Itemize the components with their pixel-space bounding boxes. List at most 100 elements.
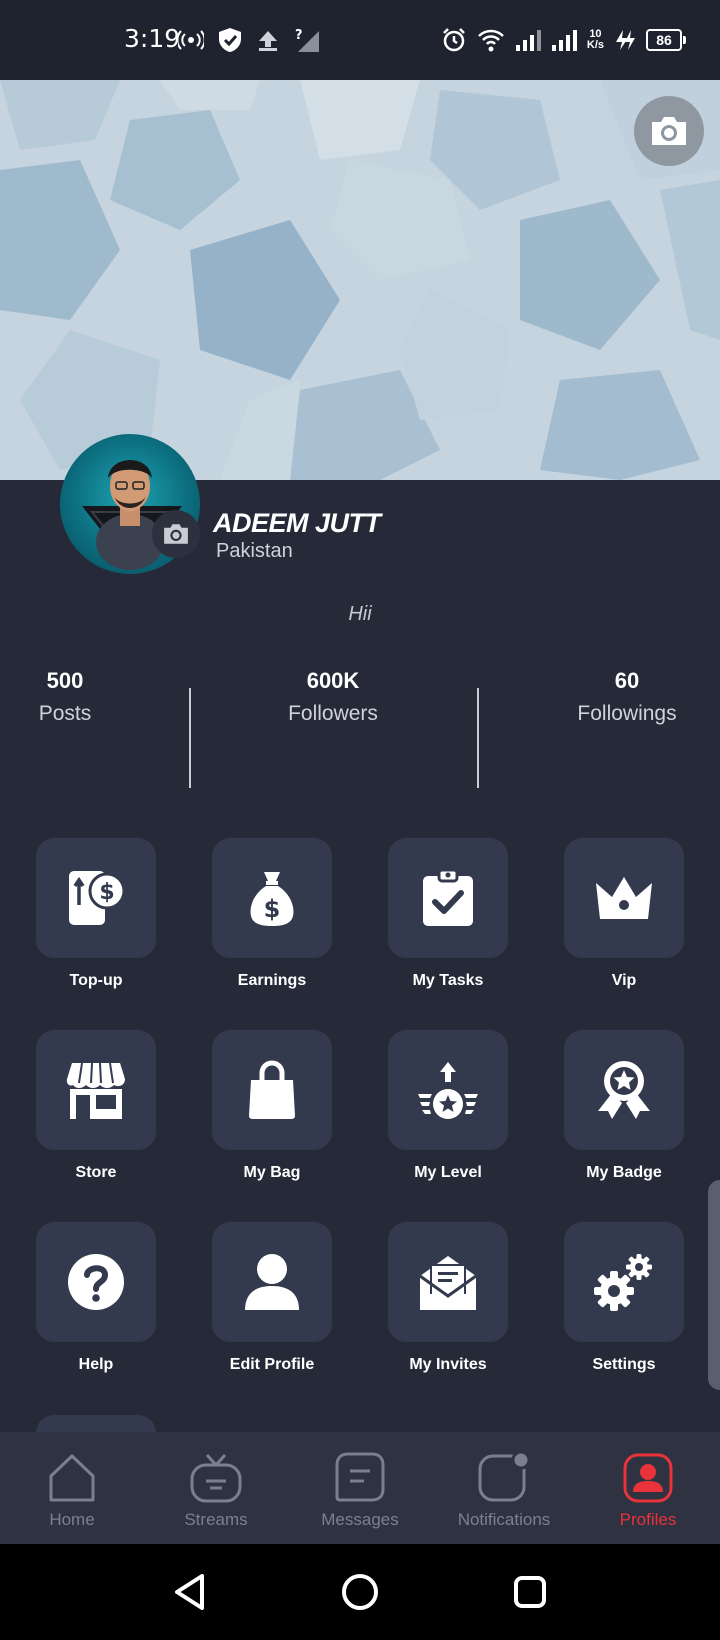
tile-label: Settings: [592, 1356, 656, 1373]
stat-posts[interactable]: 500 Posts: [30, 668, 100, 726]
tile-box[interactable]: [212, 1030, 332, 1150]
gears-icon: [594, 1254, 652, 1311]
tile-box[interactable]: [36, 1030, 156, 1150]
menu-my-level[interactable]: My Level: [360, 1030, 536, 1182]
tile-box[interactable]: $: [36, 838, 156, 958]
battery-indicator: 86: [646, 29, 686, 51]
profile-bio: Hii: [348, 603, 372, 625]
menu-topup[interactable]: $ Top-up: [8, 838, 184, 990]
system-nav-bar: [0, 1544, 720, 1640]
stat-divider: [477, 688, 479, 788]
badge-icon: [598, 1061, 650, 1119]
menu-edit-profile[interactable]: Edit Profile: [184, 1222, 360, 1374]
nav-streams[interactable]: Streams: [144, 1432, 288, 1544]
stat-value: 60: [614, 668, 640, 693]
topup-icon: $: [69, 871, 126, 925]
upload-icon: [259, 31, 277, 51]
stat-followers[interactable]: 600K Followers: [270, 668, 396, 726]
bottom-nav: Home Streams Messages Notifications Prof…: [0, 1432, 720, 1544]
menu-help[interactable]: Help: [8, 1222, 184, 1374]
no-signal-icon: ?: [295, 28, 319, 52]
clipboard-check-icon: [423, 868, 473, 926]
hotspot-icon: [178, 30, 204, 50]
signal-1-icon: [515, 30, 541, 51]
avatar-camera-button[interactable]: [152, 510, 200, 558]
menu-store[interactable]: Store: [8, 1030, 184, 1182]
stat-divider: [189, 688, 191, 788]
nav-label: Profiles: [619, 1510, 677, 1529]
money-bag-icon: $: [250, 872, 294, 926]
status-time: 3:19: [124, 24, 181, 53]
square-recents-icon: [514, 1576, 546, 1608]
menu-earnings[interactable]: $ Earnings: [184, 838, 360, 990]
tile-box[interactable]: [36, 1222, 156, 1342]
stat-value: 500: [46, 668, 84, 693]
nav-home[interactable]: Home: [0, 1432, 144, 1544]
invite-icon: [419, 1256, 477, 1310]
level-icon: [418, 1062, 478, 1119]
nav-label: Messages: [321, 1510, 399, 1529]
crown-icon: [596, 877, 652, 919]
tile-box[interactable]: [388, 1222, 508, 1342]
stats-row: 500 Posts 600K Followers 60 Followings: [0, 668, 720, 788]
profile-name: ADEEM JUTT: [213, 508, 381, 538]
nav-notifications[interactable]: Notifications: [432, 1432, 576, 1544]
wifi-icon: [477, 29, 504, 52]
tile-label: My Badge: [586, 1164, 662, 1181]
tile-label: Store: [75, 1164, 117, 1181]
profile-icon: [623, 1453, 673, 1503]
store-icon: [66, 1062, 125, 1119]
tile-box[interactable]: [388, 838, 508, 958]
tile-label: My Bag: [243, 1164, 301, 1181]
message-icon: [335, 1452, 385, 1502]
tile-box[interactable]: $: [212, 838, 332, 958]
profile-avatar-wrap[interactable]: [60, 434, 200, 574]
menu-my-bag[interactable]: My Bag: [184, 1030, 360, 1182]
stat-value: 600K: [306, 668, 360, 693]
net-speed-unit: K/s: [586, 39, 604, 51]
tile-box[interactable]: [212, 1222, 332, 1342]
cover-image[interactable]: [0, 80, 720, 480]
profile-country: Pakistan: [216, 540, 293, 562]
scroll-handle[interactable]: [708, 1180, 720, 1390]
tile-label: My Level: [414, 1164, 482, 1181]
nav-messages[interactable]: Messages: [288, 1432, 432, 1544]
nav-label: Notifications: [457, 1510, 551, 1529]
help-icon: [68, 1254, 124, 1310]
menu-my-tasks[interactable]: My Tasks: [360, 838, 536, 990]
stat-label: Followings: [577, 702, 677, 725]
camera-icon: [164, 524, 188, 544]
tile-box[interactable]: [564, 838, 684, 958]
menu-my-invites[interactable]: My Invites: [360, 1222, 536, 1374]
home-icon: [49, 1454, 95, 1502]
status-bar: 3:19 ? 10 K/s 86: [0, 0, 720, 80]
menu-vip[interactable]: Vip: [536, 838, 712, 990]
stat-label: Posts: [38, 702, 92, 725]
tile-label: Help: [78, 1356, 114, 1373]
notification-icon: [478, 1451, 531, 1502]
shopping-bag-icon: [249, 1060, 295, 1119]
cover-camera-button[interactable]: [634, 96, 704, 166]
nav-profiles[interactable]: Profiles: [576, 1432, 720, 1544]
alarm-icon: [442, 28, 465, 52]
cover-pattern: [0, 80, 720, 480]
svg-text:$: $: [99, 880, 114, 905]
tile-box[interactable]: [564, 1030, 684, 1150]
stat-followings[interactable]: 60 Followings: [564, 668, 690, 726]
tv-icon: [190, 1453, 242, 1503]
recents-button[interactable]: [506, 1568, 554, 1616]
home-system-button[interactable]: [336, 1568, 384, 1616]
circle-home-icon: [342, 1574, 378, 1610]
menu-my-badge[interactable]: My Badge: [536, 1030, 712, 1182]
tile-box[interactable]: [564, 1222, 684, 1342]
tile-label: My Tasks: [412, 972, 484, 989]
nav-label: Home: [49, 1510, 95, 1529]
signal-2-icon: [551, 30, 577, 51]
tile-label: Earnings: [237, 972, 307, 989]
nav-label: Streams: [184, 1510, 248, 1529]
back-icon: [175, 1574, 204, 1610]
menu-settings[interactable]: Settings: [536, 1222, 712, 1374]
tile-label: My Invites: [409, 1356, 487, 1373]
tile-box[interactable]: [388, 1030, 508, 1150]
back-button[interactable]: [166, 1568, 214, 1616]
